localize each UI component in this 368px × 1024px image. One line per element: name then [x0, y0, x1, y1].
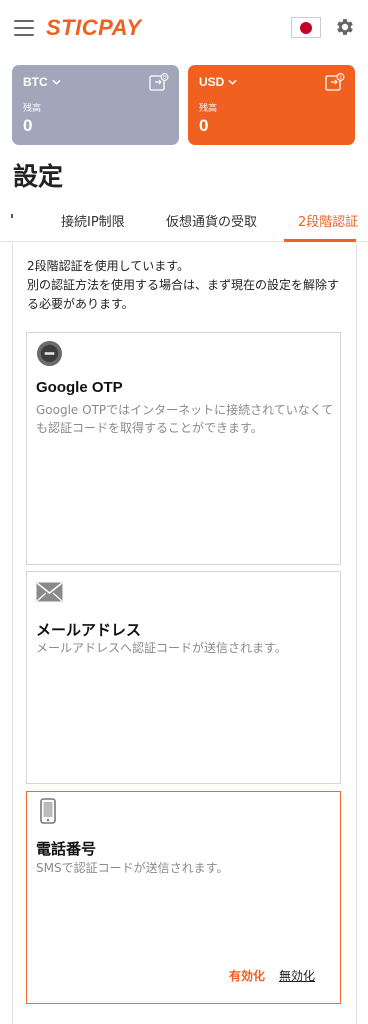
- two-factor-intro: 2段階認証を使用しています。 別の認証方法を使用する場合は、まず現在の設定を解除…: [27, 257, 345, 314]
- email-title: メールアドレス: [36, 622, 142, 639]
- google-otp-title: Google OTP: [36, 379, 123, 396]
- google-otp-description: Google OTPではインターネットに接続されていなくても認証コードを取得する…: [36, 403, 334, 435]
- page-title: 設定: [13, 162, 64, 191]
- wallet-icon[interactable]: $: [325, 73, 345, 91]
- btc-currency-label: BTC: [23, 75, 48, 89]
- google-otp-option[interactable]: Google OTP Google OTPではインターネットに接続されていなくて…: [26, 332, 341, 565]
- wallet-icon[interactable]: B: [149, 73, 169, 91]
- phone-title: 電話番号: [36, 841, 97, 858]
- sticpay-logo[interactable]: STICPAY: [46, 15, 142, 41]
- tab-ip-restriction[interactable]: 接続IP制限: [61, 211, 125, 230]
- email-description: メールアドレスへ認証コードが送信されます。: [36, 641, 287, 655]
- tab-crypto-receive[interactable]: 仮想通貨の受取: [166, 211, 257, 230]
- disable-button[interactable]: 無効化: [279, 967, 315, 984]
- google-authenticator-icon: [36, 340, 63, 367]
- email-option[interactable]: メールアドレス メールアドレスへ認証コードが送信されます。: [26, 571, 341, 784]
- svg-text:B: B: [163, 75, 166, 81]
- tab-scroll-indicator: [11, 214, 13, 218]
- smartphone-icon: [40, 798, 56, 824]
- btc-currency-selector[interactable]: BTC: [23, 75, 168, 89]
- tab-two-factor-auth[interactable]: 2段階認証: [298, 211, 358, 230]
- hamburger-menu-icon[interactable]: [14, 20, 34, 36]
- btc-balance-card[interactable]: BTC B 残高 0: [12, 65, 179, 145]
- intro-line-1: 2段階認証を使用しています。: [27, 259, 190, 273]
- btc-balance-amount: 0: [23, 116, 33, 135]
- gear-icon[interactable]: [334, 16, 356, 38]
- intro-line-2: 別の認証方法を使用する場合は、まず現在の設定を解除する必要があります。: [27, 278, 340, 311]
- btc-balance-label: 残高: [23, 104, 42, 114]
- usd-balance-label: 残高: [199, 104, 218, 114]
- usd-currency-label: USD: [199, 75, 225, 89]
- phone-description: SMSで認証コードが送信されます。: [36, 861, 229, 875]
- japan-flag-icon[interactable]: [291, 17, 321, 38]
- active-tab-underline: [284, 239, 356, 242]
- app-header: STICPAY: [0, 0, 368, 58]
- svg-text:$: $: [339, 75, 342, 81]
- chevron-down-icon: [228, 79, 237, 85]
- phone-option[interactable]: 電話番号 SMSで認証コードが送信されます。 有効化 無効化: [26, 791, 341, 1004]
- usd-balance-card[interactable]: USD $ 残高 0: [188, 65, 355, 145]
- usd-balance-amount: 0: [199, 116, 209, 135]
- chevron-down-icon: [52, 79, 61, 85]
- enabled-status: 有効化: [229, 969, 266, 983]
- settings-tabs: 接続IP制限 仮想通貨の受取 2段階認証: [0, 200, 368, 242]
- usd-currency-selector[interactable]: USD: [199, 75, 344, 89]
- mail-envelope-icon: [36, 582, 63, 602]
